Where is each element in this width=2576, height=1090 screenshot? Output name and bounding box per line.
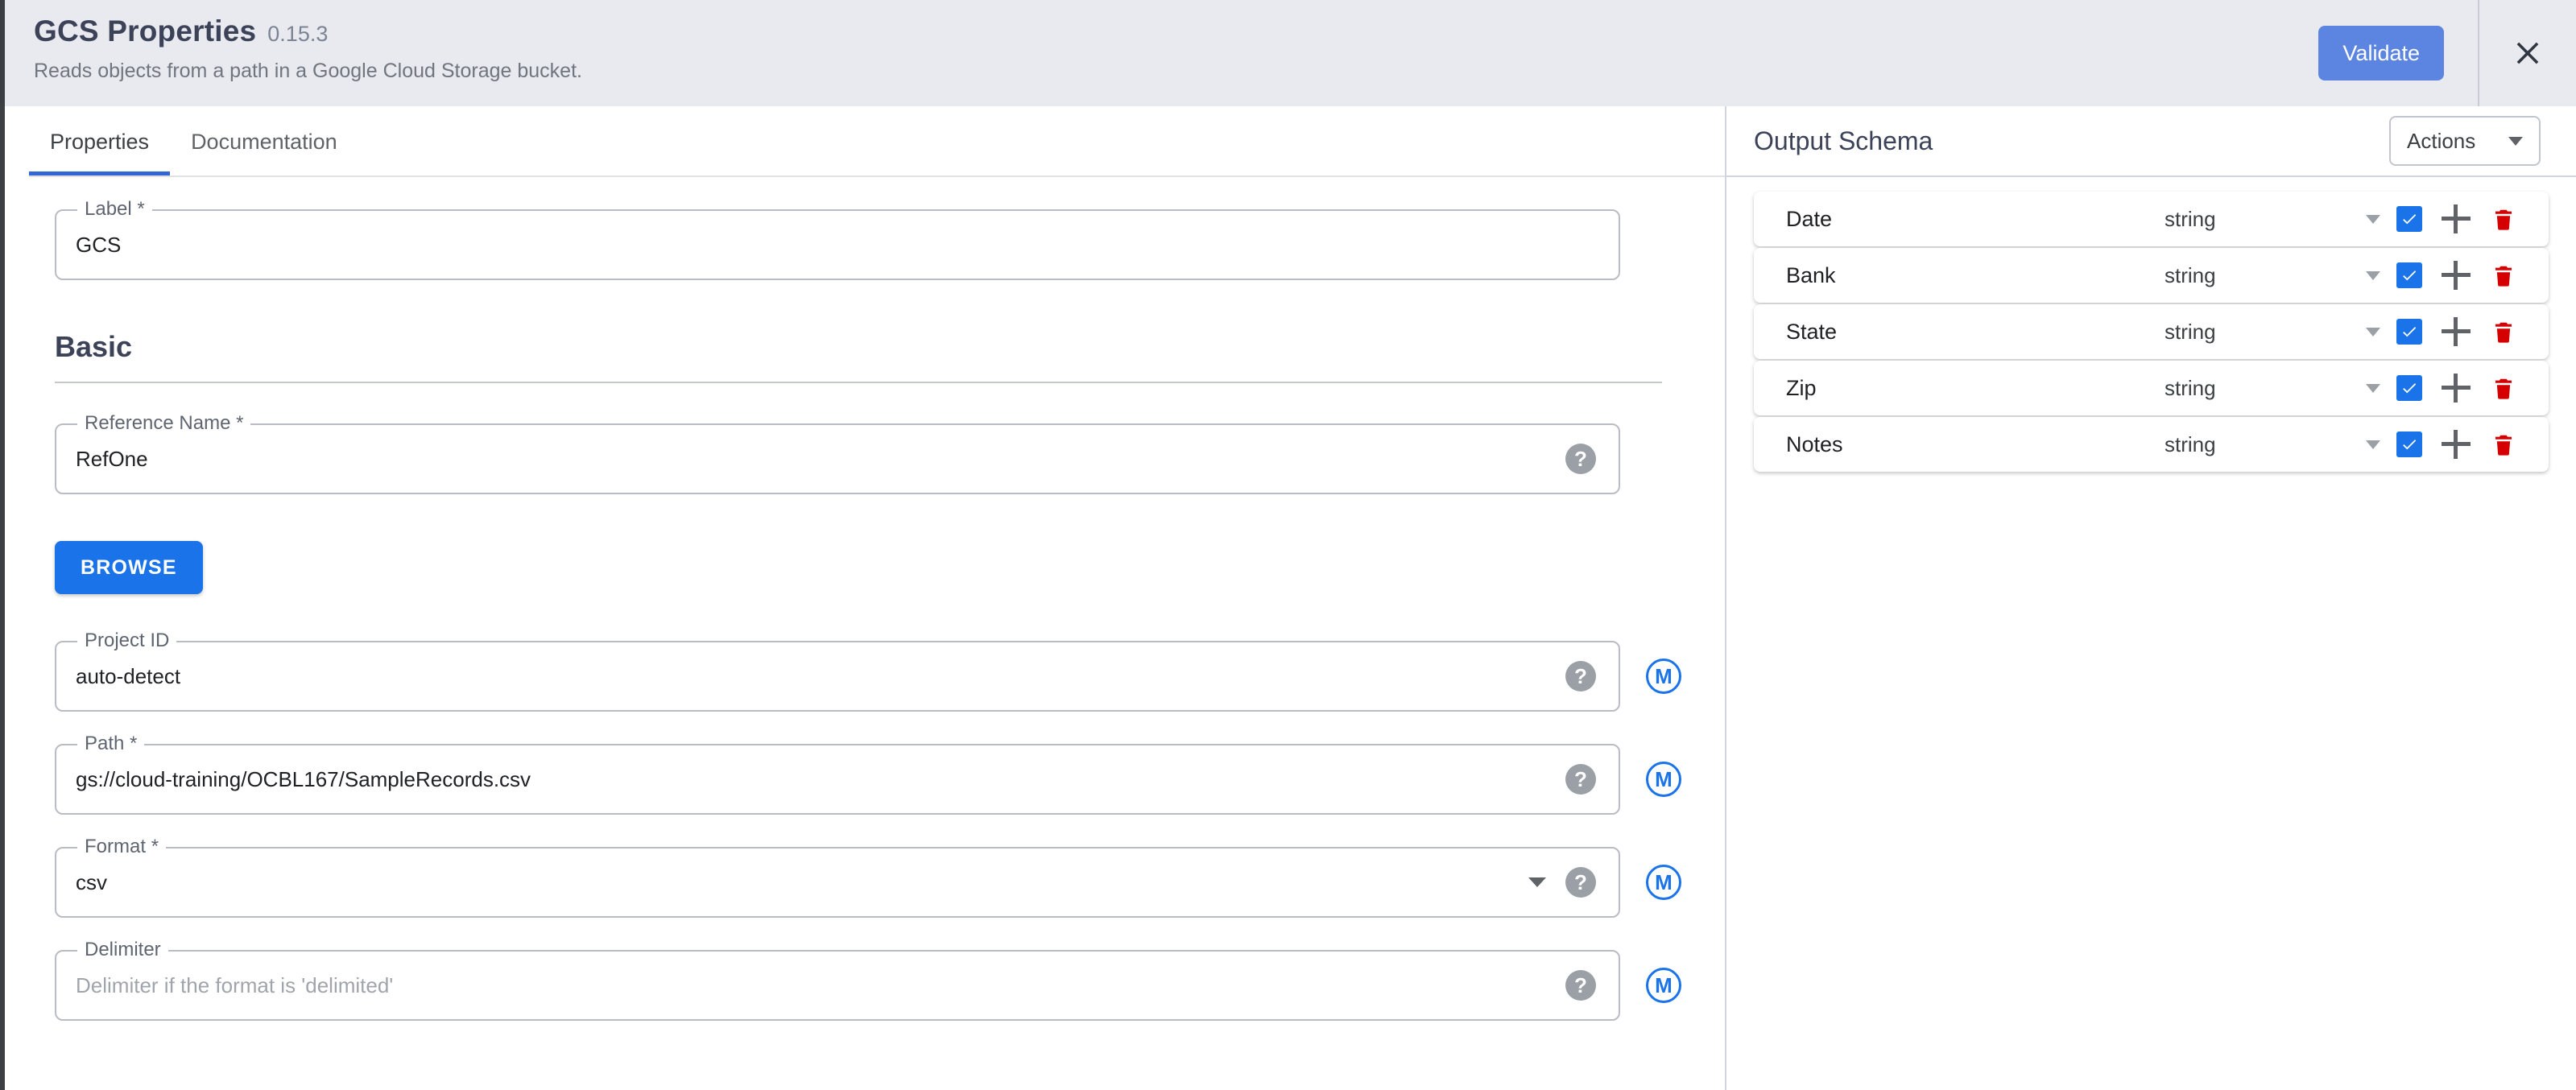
reference-name-required-mark: * [236, 412, 244, 434]
help-icon[interactable]: ? [1565, 661, 1596, 692]
delimiter-placeholder: Delimiter if the format is 'delimited' [76, 972, 394, 997]
project-id-row: Project ID auto-detect ? M [55, 630, 1725, 712]
reference-name-value: RefOne [76, 446, 148, 471]
add-field-icon[interactable] [2442, 374, 2471, 403]
output-schema-header: Output Schema Actions [1726, 106, 2576, 177]
project-id-field[interactable]: Project ID auto-detect ? [55, 630, 1620, 712]
close-icon [2512, 37, 2544, 69]
macro-toggle-icon[interactable]: M [1646, 762, 1681, 797]
schema-field-name[interactable]: Date [1786, 207, 2165, 232]
table-row: Notes string [1754, 417, 2549, 472]
label-field-row: Label * GCS [55, 198, 1725, 280]
schema-field-type[interactable]: string [2165, 432, 2366, 457]
macro-toggle-icon[interactable]: M [1646, 865, 1681, 900]
add-field-icon[interactable] [2442, 317, 2471, 346]
help-icon[interactable]: ? [1565, 764, 1596, 795]
delete-field-icon[interactable] [2491, 262, 2516, 289]
actions-dropdown[interactable]: Actions [2389, 116, 2541, 166]
nullable-checkbox[interactable] [2396, 431, 2422, 457]
schema-field-name[interactable]: Zip [1786, 376, 2165, 401]
section-title-basic: Basic [55, 330, 133, 363]
add-field-icon[interactable] [2442, 204, 2471, 233]
format-row: Format * csv ? M [55, 836, 1725, 918]
nullable-checkbox[interactable] [2396, 262, 2422, 288]
section-divider [55, 382, 1662, 383]
dialog-body: Properties Documentation Label * GCS Bas… [5, 106, 2576, 1090]
delete-field-icon[interactable] [2491, 318, 2516, 345]
plugin-description: Reads objects from a path in a Google Cl… [34, 60, 582, 82]
path-value: gs://cloud-training/OCBL167/SampleRecord… [76, 766, 531, 791]
plugin-version: 0.15.3 [267, 22, 329, 46]
delete-field-icon[interactable] [2491, 374, 2516, 402]
gcs-properties-dialog: GCS Properties 0.15.3 Reads objects from… [0, 0, 2576, 1090]
format-required-mark: * [151, 836, 159, 857]
add-field-icon[interactable] [2442, 261, 2471, 290]
label-field-value: GCS [76, 232, 122, 257]
delete-field-icon[interactable] [2491, 431, 2516, 458]
tab-properties[interactable]: Properties [29, 106, 171, 177]
nullable-checkbox[interactable] [2396, 375, 2422, 401]
schema-field-type[interactable]: string [2165, 207, 2366, 232]
chevron-down-icon [2508, 136, 2523, 146]
validate-button[interactable]: Validate [2318, 26, 2444, 81]
nullable-checkbox[interactable] [2396, 206, 2422, 232]
chevron-down-icon[interactable] [2366, 383, 2380, 393]
schema-field-type[interactable]: string [2165, 376, 2366, 401]
chevron-down-icon[interactable] [1528, 877, 1546, 887]
schema-field-type[interactable]: string [2165, 320, 2366, 345]
table-row: State string [1754, 304, 2549, 359]
format-select[interactable]: Format * csv ? [55, 836, 1620, 918]
tab-documentation[interactable]: Documentation [170, 106, 358, 177]
help-icon[interactable]: ? [1565, 444, 1596, 474]
schema-field-name[interactable]: State [1786, 320, 2165, 345]
macro-toggle-icon[interactable]: M [1646, 968, 1681, 1003]
path-field[interactable]: Path * gs://cloud-training/OCBL167/Sampl… [55, 733, 1620, 815]
properties-form: Label * GCS Basic Reference Name * RefOn… [5, 177, 1725, 1021]
chevron-down-icon[interactable] [2366, 440, 2380, 449]
project-id-value: auto-detect [76, 663, 181, 688]
table-row: Date string [1754, 192, 2549, 246]
header-title-line: GCS Properties 0.15.3 [34, 14, 2318, 48]
table-row: Bank string [1754, 248, 2549, 303]
dialog-header: GCS Properties 0.15.3 Reads objects from… [5, 0, 2576, 106]
path-row: Path * gs://cloud-training/OCBL167/Sampl… [55, 733, 1725, 815]
close-button[interactable] [2479, 0, 2576, 106]
label-field-required-mark: * [137, 198, 145, 220]
reference-name-row: Reference Name * RefOne ? [55, 412, 1725, 494]
schema-field-name[interactable]: Bank [1786, 263, 2165, 288]
table-row: Zip string [1754, 361, 2549, 415]
browse-button[interactable]: BROWSE [55, 541, 203, 594]
add-field-icon[interactable] [2442, 430, 2471, 459]
schema-field-type[interactable]: string [2165, 263, 2366, 288]
chevron-down-icon[interactable] [2366, 270, 2380, 280]
output-schema-pane: Output Schema Actions Date string Bank stri… [1725, 106, 2576, 1090]
properties-pane: Properties Documentation Label * GCS Bas… [5, 106, 1725, 1090]
help-icon[interactable]: ? [1565, 867, 1596, 898]
chevron-down-icon[interactable] [2366, 214, 2380, 224]
actions-dropdown-label: Actions [2407, 128, 2476, 153]
nullable-checkbox[interactable] [2396, 319, 2422, 345]
page-title: GCS Properties [34, 14, 257, 47]
macro-toggle-icon[interactable]: M [1646, 659, 1681, 694]
reference-name-field[interactable]: Reference Name * RefOne ? [55, 412, 1620, 494]
label-field[interactable]: Label * GCS [55, 198, 1620, 280]
output-schema-title: Output Schema [1754, 126, 1933, 155]
chevron-down-icon[interactable] [2366, 327, 2380, 336]
header-actions: Validate [2318, 0, 2478, 106]
schema-field-name[interactable]: Notes [1786, 432, 2165, 457]
output-schema-list: Date string Bank string State string Zip string… [1726, 177, 2576, 472]
header-text-block: GCS Properties 0.15.3 Reads objects from… [5, 0, 2318, 106]
help-icon[interactable]: ? [1565, 970, 1596, 1001]
format-value: csv [76, 869, 107, 894]
tab-bar: Properties Documentation [5, 106, 1725, 177]
delimiter-row: Delimiter Delimiter if the format is 'de… [55, 939, 1725, 1021]
delimiter-field[interactable]: Delimiter Delimiter if the format is 'de… [55, 939, 1620, 1021]
delete-field-icon[interactable] [2491, 205, 2516, 233]
